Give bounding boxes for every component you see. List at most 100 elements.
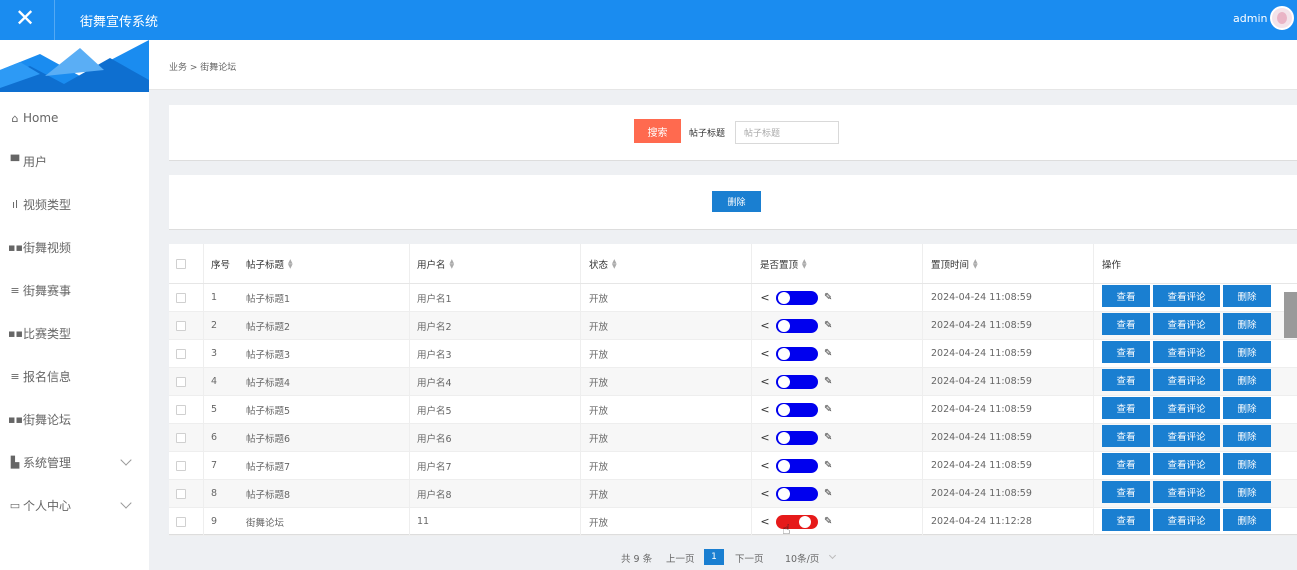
page-1-button[interactable]: 1: [704, 549, 724, 565]
view-button[interactable]: 查看: [1102, 397, 1150, 419]
close-icon[interactable]: ✕: [12, 6, 38, 32]
sidebar-item-home[interactable]: ⌂ Home: [0, 104, 149, 132]
row-checkbox[interactable]: [176, 376, 186, 387]
row-checkbox[interactable]: [176, 348, 186, 359]
row-checkbox[interactable]: [176, 292, 186, 303]
share-icon[interactable]: <: [760, 291, 770, 304]
row-checkbox[interactable]: [176, 432, 186, 443]
sort-icon[interactable]: ▲ ▼: [612, 258, 617, 269]
sort-icon[interactable]: ▲ ▼: [973, 258, 978, 269]
row-checkbox-cell[interactable]: [176, 424, 186, 451]
view-button[interactable]: 查看: [1102, 425, 1150, 447]
pin-toggle[interactable]: [776, 486, 818, 501]
row-checkbox[interactable]: [176, 460, 186, 471]
view-button[interactable]: 查看: [1102, 509, 1150, 531]
row-delete-button[interactable]: 删除: [1223, 313, 1271, 335]
view-comments-button[interactable]: 查看评论: [1153, 453, 1220, 475]
row-delete-button[interactable]: 删除: [1223, 341, 1271, 363]
row-delete-button[interactable]: 删除: [1223, 285, 1271, 307]
row-delete-button[interactable]: 删除: [1223, 481, 1271, 503]
row-checkbox-cell[interactable]: [176, 284, 186, 311]
view-button[interactable]: 查看: [1102, 453, 1150, 475]
share-icon[interactable]: <: [760, 347, 770, 360]
view-comments-button[interactable]: 查看评论: [1153, 369, 1220, 391]
pin-toggle[interactable]: [776, 402, 818, 417]
next-page-button[interactable]: 下一页: [735, 551, 764, 565]
sort-icon[interactable]: ▲ ▼: [802, 258, 807, 269]
view-comments-button[interactable]: 查看评论: [1153, 341, 1220, 363]
share-icon[interactable]: <: [760, 431, 770, 444]
row-delete-button[interactable]: 删除: [1223, 509, 1271, 531]
view-button[interactable]: 查看: [1102, 285, 1150, 307]
search-button[interactable]: 搜索: [634, 119, 681, 143]
user-name[interactable]: admin: [1233, 12, 1267, 25]
row-checkbox[interactable]: [176, 488, 186, 499]
sort-icon[interactable]: ▲ ▼: [288, 258, 293, 269]
col-status[interactable]: 状态 ▲ ▼: [589, 244, 617, 283]
share-icon[interactable]: <: [760, 319, 770, 332]
row-delete-button[interactable]: 删除: [1223, 453, 1271, 475]
avatar[interactable]: [1270, 6, 1294, 30]
view-button[interactable]: 查看: [1102, 369, 1150, 391]
pin-toggle[interactable]: [776, 318, 818, 333]
edit-icon[interactable]: ✎: [824, 376, 832, 387]
row-checkbox-cell[interactable]: [176, 312, 186, 339]
pin-toggle[interactable]: [776, 430, 818, 445]
pin-toggle[interactable]: [776, 458, 818, 473]
sidebar-item-match-type[interactable]: ▪▪ 比赛类型: [0, 319, 149, 347]
view-button[interactable]: 查看: [1102, 313, 1150, 335]
col-pinned[interactable]: 是否置顶 ▲ ▼: [760, 244, 807, 283]
col-pinned-time[interactable]: 置顶时间 ▲ ▼: [931, 244, 978, 283]
chevron-down-icon[interactable]: [120, 454, 132, 466]
edit-icon[interactable]: ✎: [824, 348, 832, 359]
view-comments-button[interactable]: 查看评论: [1153, 285, 1220, 307]
sidebar-item-dance-event[interactable]: ≡ 街舞赛事: [0, 276, 149, 304]
view-comments-button[interactable]: 查看评论: [1153, 313, 1220, 335]
row-checkbox[interactable]: [176, 516, 186, 527]
row-checkbox-cell[interactable]: [176, 508, 186, 535]
col-title[interactable]: 帖子标题 ▲ ▼: [246, 244, 293, 283]
sort-icon[interactable]: ▲ ▼: [450, 258, 455, 269]
edit-icon[interactable]: ✎: [824, 404, 832, 415]
row-checkbox[interactable]: [176, 404, 186, 415]
chevron-down-icon[interactable]: [120, 497, 132, 509]
row-checkbox-cell[interactable]: [176, 368, 186, 395]
select-all-checkbox[interactable]: [176, 258, 186, 269]
pin-toggle[interactable]: [776, 374, 818, 389]
prev-page-button[interactable]: 上一页: [666, 551, 695, 565]
row-checkbox-cell[interactable]: [176, 396, 186, 423]
chevron-down-icon[interactable]: [828, 551, 837, 560]
edit-icon[interactable]: ✎: [824, 292, 832, 303]
scrollbar-thumb[interactable]: [1284, 292, 1297, 338]
sidebar-item-dance-video[interactable]: ▪▪ 街舞视频: [0, 233, 149, 261]
row-checkbox-cell[interactable]: [176, 452, 186, 479]
row-delete-button[interactable]: 删除: [1223, 425, 1271, 447]
edit-icon[interactable]: ✎: [824, 320, 832, 331]
page-size-select[interactable]: 10条/页: [785, 551, 819, 565]
edit-icon[interactable]: ✎: [824, 488, 832, 499]
select-all-cell[interactable]: [176, 244, 186, 283]
search-input[interactable]: 帖子标题: [735, 121, 839, 144]
view-button[interactable]: 查看: [1102, 341, 1150, 363]
view-button[interactable]: 查看: [1102, 481, 1150, 503]
row-checkbox-cell[interactable]: [176, 480, 186, 507]
share-icon[interactable]: <: [760, 487, 770, 500]
sidebar-item-system-admin[interactable]: ▙ 系统管理: [0, 448, 149, 476]
sidebar-item-dance-forum[interactable]: ▪▪ 街舞论坛: [0, 405, 149, 433]
sidebar-item-users[interactable]: ▀ 用户: [0, 147, 149, 175]
share-icon[interactable]: <: [760, 459, 770, 472]
share-icon[interactable]: <: [760, 515, 770, 528]
edit-icon[interactable]: ✎: [824, 432, 832, 443]
sidebar-item-video-type[interactable]: ıl 视频类型: [0, 190, 149, 218]
pin-toggle[interactable]: [776, 346, 818, 361]
row-checkbox[interactable]: [176, 320, 186, 331]
view-comments-button[interactable]: 查看评论: [1153, 425, 1220, 447]
edit-icon[interactable]: ✎: [824, 516, 832, 527]
edit-icon[interactable]: ✎: [824, 460, 832, 471]
pin-toggle[interactable]: [776, 290, 818, 305]
view-comments-button[interactable]: 查看评论: [1153, 509, 1220, 531]
share-icon[interactable]: <: [760, 403, 770, 416]
bulk-delete-button[interactable]: 删除: [712, 191, 761, 212]
col-username[interactable]: 用户名 ▲ ▼: [417, 244, 454, 283]
share-icon[interactable]: <: [760, 375, 770, 388]
